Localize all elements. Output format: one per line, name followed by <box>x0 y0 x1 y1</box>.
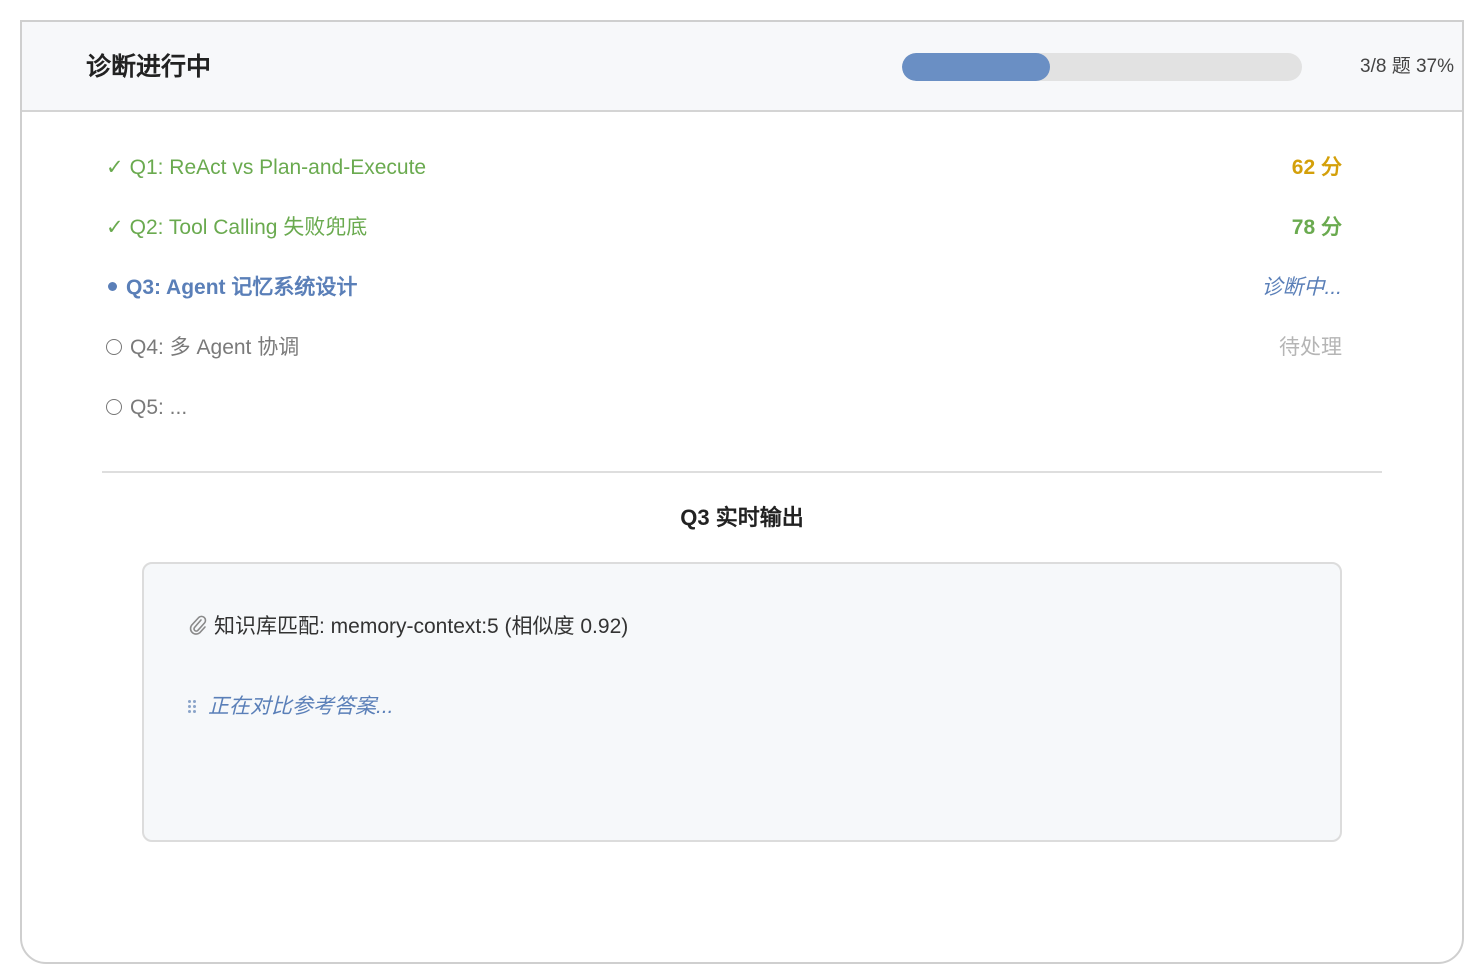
progress-text: 3/8 题 37% <box>1360 56 1454 77</box>
spinner-icon <box>188 699 200 713</box>
question-item-q4[interactable]: Q4: 多 Agent 协调 待处理 <box>106 330 1342 390</box>
question-item-q3[interactable]: Q3: Agent 记忆系统设计 诊断中... <box>106 270 1342 330</box>
section-divider <box>102 471 1382 473</box>
question-score: 62 分 <box>1291 156 1342 179</box>
output-line-text: 知识库匹配: memory-context:5 (相似度 0.92) <box>214 615 629 638</box>
question-status: 诊断中... <box>1261 276 1342 299</box>
page-title: 诊断进行中 <box>86 53 212 81</box>
output-line-text: 正在对比参考答案... <box>208 695 394 718</box>
question-item-q2[interactable]: ✓ Q2: Tool Calling 失败兜底 78 分 <box>106 210 1342 270</box>
question-label: Q1: ReAct vs Plan-and-Execute <box>129 156 427 179</box>
circle-icon <box>106 399 122 415</box>
check-icon: ✓ <box>106 156 124 179</box>
question-label: Q5: ... <box>130 396 188 419</box>
question-item-q5[interactable]: Q5: ... <box>106 390 1342 450</box>
question-label: Q3: Agent 记忆系统设计 <box>126 276 358 299</box>
paperclip-icon <box>188 614 208 645</box>
live-output-panel: 知识库匹配: memory-context:5 (相似度 0.92) 正在对比参… <box>142 562 1342 842</box>
output-line-match: 知识库匹配: memory-context:5 (相似度 0.92) <box>188 612 628 645</box>
question-score: 78 分 <box>1291 216 1342 239</box>
question-status: 待处理 <box>1279 336 1342 359</box>
question-label: Q4: 多 Agent 协调 <box>130 336 300 359</box>
question-list: ✓ Q1: ReAct vs Plan-and-Execute 62 分 ✓ Q2:… <box>106 150 1342 450</box>
question-label: Q2: Tool Calling 失败兜底 <box>129 216 368 239</box>
circle-icon <box>106 339 122 355</box>
header-bar: 诊断进行中 3/8 题 37% <box>22 22 1462 112</box>
question-item-q1[interactable]: ✓ Q1: ReAct vs Plan-and-Execute 62 分 <box>106 150 1342 210</box>
progress-bar-fill <box>902 53 1050 81</box>
output-section-title: Q3 实时输出 <box>680 505 804 530</box>
check-icon: ✓ <box>106 216 124 239</box>
diagnosis-window: 诊断进行中 3/8 题 37% ✓ Q1: ReAct vs Plan-and-E… <box>20 20 1464 964</box>
progress-bar <box>902 53 1302 81</box>
output-line-progress: 正在对比参考答案... <box>188 692 394 722</box>
dot-icon <box>108 282 117 291</box>
